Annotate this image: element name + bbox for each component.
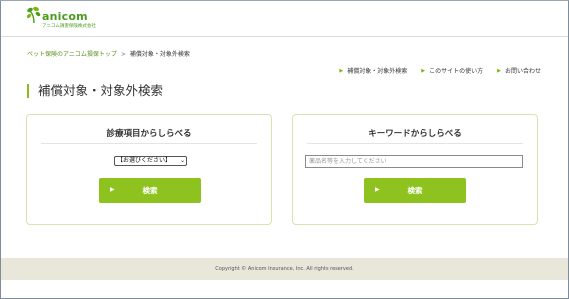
keyword-input[interactable]: 薬品名等を入力してください	[305, 155, 523, 168]
brand-name: anicom	[42, 10, 88, 23]
copyright-text: Copyright © Anicom Insurance, Inc. All r…	[215, 266, 354, 272]
nav-link-contact[interactable]: ▶ お問い合わせ	[497, 66, 541, 76]
category-search-button[interactable]: ▶ 検索	[99, 178, 201, 203]
page-title: 補償対象・対象外検索	[27, 84, 163, 98]
breadcrumb-current: 補償対象・対象外検索	[129, 51, 190, 58]
search-button-label: 検索	[407, 186, 423, 195]
chevron-down-icon: ⌄	[179, 157, 185, 164]
select-value: 【お選びください】	[117, 157, 172, 164]
nav-link-coverage-search[interactable]: ▶ 補償対象・対象外検索	[339, 66, 408, 76]
top-nav: ▶ 補償対象・対象外検索 ▶ このサイトの使い方 ▶ お問い合わせ	[339, 66, 541, 76]
breadcrumb-home-link[interactable]: ペット保険のアニコム損保トップ	[27, 51, 117, 58]
triangle-right-icon: ▶	[421, 67, 426, 74]
nav-link-label: このサイトの使い方	[429, 68, 484, 75]
footer: Copyright © Anicom Insurance, Inc. All r…	[1, 258, 568, 280]
category-search-panel: 診療項目からしらべる 【お選びください】 ⌄ ▶ 検索	[26, 114, 272, 225]
category-search-title: 診療項目からしらべる	[106, 129, 192, 139]
keyword-search-title: キーワードからしらべる	[368, 129, 462, 139]
leaf-logo-icon	[26, 6, 41, 24]
company-name: アニコム損害保険株式会社	[42, 24, 96, 29]
keyword-search-panel: キーワードからしらべる 薬品名等を入力してください ▶ 検索	[292, 114, 538, 225]
nav-link-label: お問い合わせ	[504, 68, 541, 75]
keyword-search-button[interactable]: ▶ 検索	[364, 178, 466, 203]
nav-link-label: 補償対象・対象外検索	[347, 68, 408, 75]
breadcrumb: ペット保険のアニコム損保トップ > 補償対象・対象外検索	[27, 49, 190, 58]
panel-divider	[307, 143, 523, 144]
nav-link-how-to-use[interactable]: ▶ このサイトの使い方	[421, 66, 484, 76]
triangle-right-icon: ▶	[339, 67, 344, 74]
anicom-logo[interactable]: anicom アニコム損害保険株式会社	[26, 6, 136, 30]
breadcrumb-separator: >	[120, 51, 126, 58]
triangle-right-icon: ▶	[497, 67, 501, 74]
treatment-category-select[interactable]: 【お選びください】 ⌄	[114, 156, 187, 166]
header-divider	[1, 36, 568, 37]
search-button-label: 検索	[142, 186, 158, 195]
panel-divider	[41, 143, 257, 144]
